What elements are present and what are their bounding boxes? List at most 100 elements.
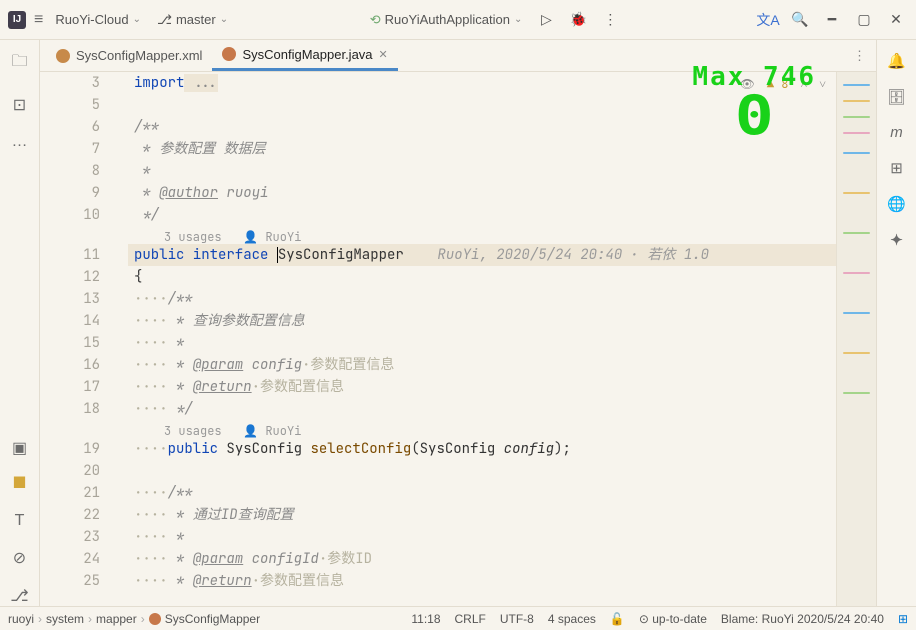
tab-sysconfigmapper-java[interactable]: SysConfigMapper.java ✕: [212, 40, 397, 71]
line-number: 21: [40, 482, 100, 504]
git-status[interactable]: ⊙ up-to-date: [639, 612, 707, 626]
debug-button[interactable]: 🐞: [566, 11, 590, 28]
close-icon[interactable]: ✕: [884, 11, 908, 28]
close-tab-icon[interactable]: ✕: [379, 48, 388, 61]
line-separator[interactable]: CRLF: [455, 612, 486, 626]
build-icon[interactable]: T: [15, 512, 25, 530]
gutter: 3 5 6 7 8 9 10 11 12 13 14 15 16 17 18: [40, 72, 110, 606]
breadcrumb-item[interactable]: system: [46, 612, 84, 626]
more-actions-icon[interactable]: ⋮: [598, 11, 622, 28]
run-app-icon: ⟲: [370, 12, 381, 28]
line-number: 22: [40, 504, 100, 526]
line-number: 19: [40, 438, 100, 460]
titlebar: IJ ≡ RuoYi-Cloud ⌄ ⎇ master ⌄ ⟲ RuoYiAut…: [0, 0, 916, 40]
editor-tabs: SysConfigMapper.xml SysConfigMapper.java…: [40, 40, 876, 72]
class-icon: [149, 613, 161, 625]
code-area[interactable]: 👁 ▲ 8 ˄ ˅ import ... /** * 参数配置 数据层 * * …: [128, 72, 836, 606]
code-hint[interactable]: 3 usages 👤 RuoYi: [128, 420, 836, 438]
line-number: 9: [40, 182, 100, 204]
maven-icon[interactable]: m: [890, 124, 903, 141]
indent[interactable]: 4 spaces: [548, 612, 596, 626]
down-arrow-icon[interactable]: ˅: [819, 76, 826, 92]
branch-icon: ⎇: [157, 12, 172, 28]
line-number: 3: [40, 72, 100, 94]
up-arrow-icon[interactable]: ˄: [800, 76, 807, 92]
code-line-current: public interface SysConfigMapper RuoYi, …: [128, 244, 836, 266]
line-number: 24: [40, 548, 100, 570]
eye-off-icon[interactable]: 👁: [740, 76, 755, 92]
main-menu-icon[interactable]: ≡: [34, 11, 43, 29]
project-dropdown[interactable]: RuoYi-Cloud ⌄: [51, 10, 145, 29]
line-number: 11: [40, 244, 100, 266]
code-line: ···· *: [128, 332, 836, 354]
run-config-name: RuoYiAuthApplication: [385, 12, 510, 27]
code-line: * 参数配置 数据层: [128, 138, 836, 160]
code-hint[interactable]: 3 usages 👤 RuoYi: [128, 226, 836, 244]
blame-status[interactable]: Blame: RuoYi 2020/5/24 20:40: [721, 612, 884, 626]
code-editor[interactable]: 3 5 6 7 8 9 10 11 12 13 14 15 16 17 18: [40, 72, 876, 606]
app-logo[interactable]: IJ: [8, 11, 26, 29]
more-icon[interactable]: …: [12, 133, 28, 151]
tab-sysconfigmapper-xml[interactable]: SysConfigMapper.xml: [46, 40, 212, 71]
web-icon[interactable]: 🌐: [887, 195, 906, 213]
code-line: ···· *: [128, 526, 836, 548]
left-toolwindow-bar: 🗀 ⊡ … ▣ ⯀ T ⊘ ⎇: [0, 40, 40, 606]
breadcrumb[interactable]: ruoyi › system › mapper › SysConfigMappe…: [8, 612, 260, 626]
code-line: ···· * 查询参数配置信息: [128, 310, 836, 332]
code-line: import ...: [128, 72, 836, 94]
code-line: ···· * @return·参数配置信息: [128, 570, 836, 592]
chevron-down-icon: ⌄: [514, 14, 522, 25]
code-line: */: [128, 204, 836, 226]
status-bar: ruoyi › system › mapper › SysConfigMappe…: [0, 606, 916, 630]
chevron-down-icon: ⌄: [220, 14, 228, 25]
branch-dropdown[interactable]: ⎇ master ⌄: [153, 10, 232, 30]
project-icon[interactable]: 🗀: [11, 50, 27, 77]
tab-more-icon[interactable]: ⋮: [843, 48, 876, 64]
translate-icon[interactable]: 文A: [756, 10, 780, 30]
line-number: 6: [40, 116, 100, 138]
run-button[interactable]: ▷: [534, 11, 558, 28]
code-line: ···· * @param configId·参数ID: [128, 548, 836, 570]
code-line: ···· */: [128, 398, 836, 420]
cursor-position[interactable]: 11:18: [411, 612, 440, 626]
code-line: ····public SysConfig selectConfig(SysCon…: [128, 438, 836, 460]
project-name: RuoYi-Cloud: [55, 12, 128, 27]
readonly-icon[interactable]: 🔓: [610, 612, 625, 626]
line-number: 15: [40, 332, 100, 354]
line-number: 10: [40, 204, 100, 226]
tab-label: SysConfigMapper.xml: [76, 48, 202, 63]
notifications-icon[interactable]: 🔔: [887, 52, 906, 70]
run-config-dropdown[interactable]: ⟲ RuoYiAuthApplication ⌄: [366, 10, 527, 30]
inspection-widget[interactable]: 👁 ▲ 8 ˄ ˅: [740, 76, 826, 92]
ai-assistant-icon[interactable]: ✦: [890, 231, 903, 249]
database-icon[interactable]: 🗄: [887, 88, 906, 106]
chevron-down-icon: ⌄: [133, 14, 141, 25]
vcs-icon[interactable]: ⎇: [10, 586, 28, 606]
code-line: ····/**: [128, 288, 836, 310]
encoding[interactable]: UTF-8: [500, 612, 534, 626]
structure-icon[interactable]: ⊡: [13, 95, 26, 115]
maximize-icon[interactable]: ▢: [852, 11, 876, 28]
line-number: 13: [40, 288, 100, 310]
gradle-icon[interactable]: ⊞: [890, 159, 903, 177]
minimize-icon[interactable]: ━: [820, 11, 844, 28]
breadcrumb-item[interactable]: SysConfigMapper: [165, 612, 260, 626]
ms-icon[interactable]: ⊞: [898, 612, 908, 626]
branch-name: master: [176, 12, 216, 27]
breadcrumb-item[interactable]: ruoyi: [8, 612, 34, 626]
xml-file-icon: [56, 49, 70, 63]
line-number: 7: [40, 138, 100, 160]
code-line: [128, 460, 836, 482]
problems-icon[interactable]: ⊘: [13, 548, 26, 568]
breadcrumb-item[interactable]: mapper: [96, 612, 137, 626]
code-line: ···· * @param config·参数配置信息: [128, 354, 836, 376]
terminal-icon[interactable]: ▣: [12, 438, 27, 458]
warning-count[interactable]: ▲ 8: [767, 76, 789, 92]
bookmark-icon[interactable]: ⯀: [13, 476, 26, 494]
tab-label: SysConfigMapper.java: [242, 47, 372, 62]
line-number: 5: [40, 94, 100, 116]
search-icon[interactable]: 🔍: [788, 11, 812, 28]
line-number: 14: [40, 310, 100, 332]
code-line: [128, 94, 836, 116]
error-stripe[interactable]: [836, 72, 876, 606]
